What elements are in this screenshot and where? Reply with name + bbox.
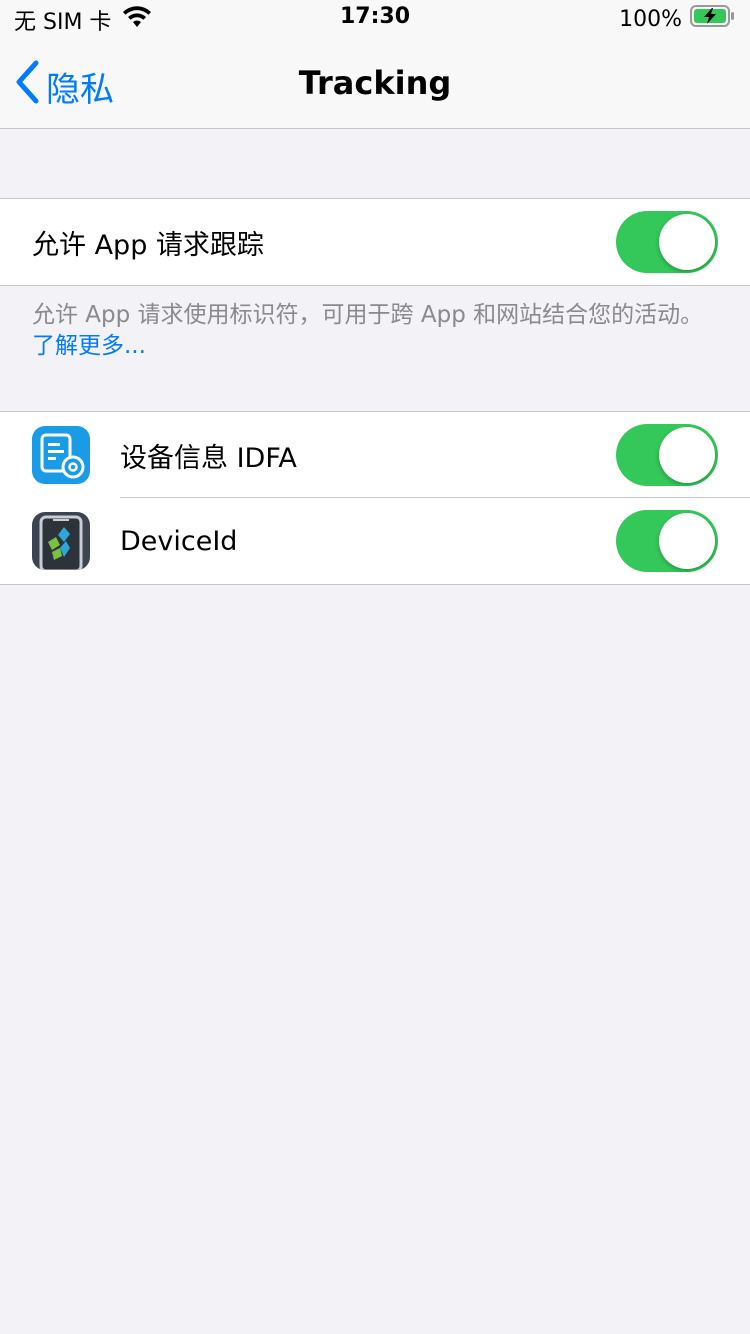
allow-tracking-toggle[interactable] bbox=[616, 211, 718, 273]
learn-more-link[interactable]: 了解更多... bbox=[32, 333, 146, 359]
allow-tracking-row: 允许 App 请求跟踪 bbox=[0, 199, 750, 285]
status-bar: 无 SIM 卡 17:30 100% bbox=[0, 0, 750, 40]
list-item: DeviceId bbox=[0, 498, 750, 584]
deviceid-app-icon bbox=[32, 512, 90, 570]
footnote-text: 允许 App 请求使用标识符，可用于跨 App 和网站结合您的活动。 bbox=[32, 302, 704, 328]
toggle-knob bbox=[659, 513, 715, 569]
device-info-idfa-toggle[interactable] bbox=[616, 424, 718, 486]
app-name: DeviceId bbox=[120, 525, 238, 557]
tracking-footnote: 允许 App 请求使用标识符，可用于跨 App 和网站结合您的活动。 了解更多.… bbox=[32, 300, 712, 362]
battery-percent: 100% bbox=[619, 6, 682, 32]
status-right: 100% bbox=[619, 4, 736, 34]
list-item: 设备信息 IDFA bbox=[0, 412, 750, 498]
toggle-knob bbox=[659, 427, 715, 483]
navigation-bar: 隐私 Tracking bbox=[0, 40, 750, 129]
app-name: 设备信息 IDFA bbox=[120, 442, 297, 474]
toggle-knob bbox=[659, 214, 715, 270]
device-info-app-icon bbox=[32, 426, 90, 484]
page-title: Tracking bbox=[298, 64, 452, 102]
battery-charging-icon bbox=[690, 4, 736, 34]
allow-tracking-label: 允许 App 请求跟踪 bbox=[32, 229, 264, 261]
apps-group: 设备信息 IDFA DeviceId bbox=[0, 411, 750, 585]
allow-tracking-group: 允许 App 请求跟踪 bbox=[0, 198, 750, 286]
deviceid-toggle[interactable] bbox=[616, 510, 718, 572]
